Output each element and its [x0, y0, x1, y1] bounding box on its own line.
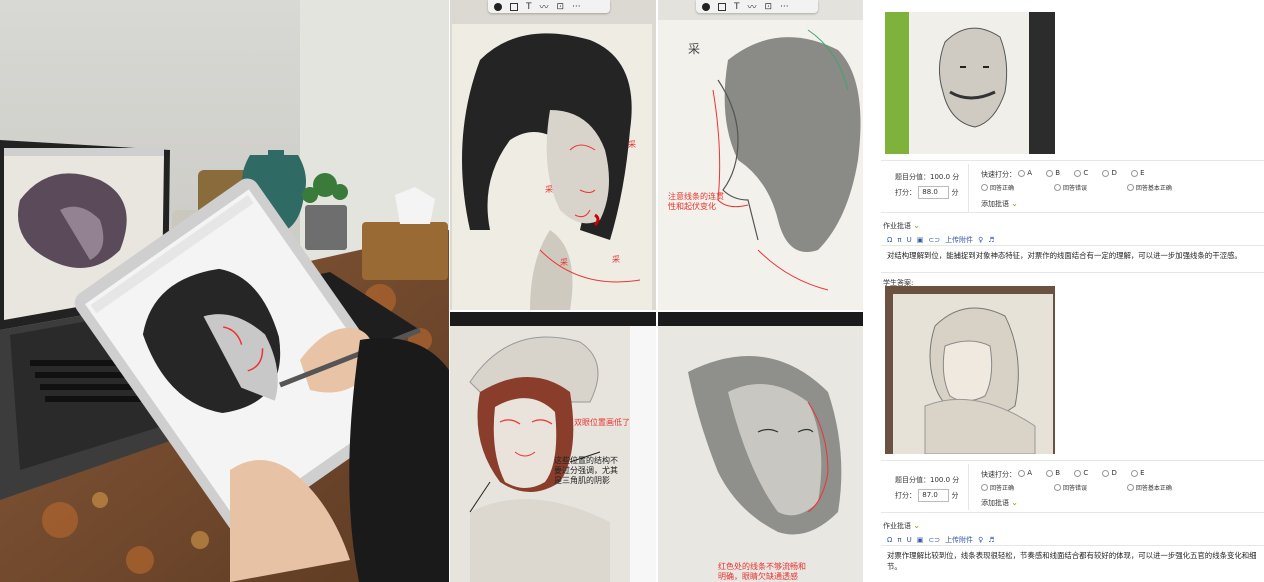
score-unit: 分 [951, 188, 959, 197]
student-answer-image[interactable] [885, 286, 1055, 454]
editor-toolbar[interactable]: ΩπU ▣ ⊂⊃ 上传附件 ♀ ♬ [887, 535, 994, 545]
comment-section-title[interactable]: 作业批语 ⌄ [883, 221, 920, 231]
teacher-comment[interactable]: 对票作理解比较到位，线条表现很轻松，节奏感和线面结合都有较好的体现，可以进一步强… [887, 550, 1264, 572]
score-input[interactable]: 88.0 [918, 186, 950, 199]
annotation-note: 双眼位置画低了 [574, 418, 630, 427]
answer-wrong[interactable]: 回答错误 [1053, 483, 1087, 492]
answer-wrong[interactable]: 回答错误 [1053, 183, 1087, 192]
add-comment-button[interactable]: 添加批语 ⌄ [981, 199, 1251, 209]
option-e[interactable]: E [1131, 469, 1145, 477]
image-icon: ▣ [916, 536, 924, 544]
add-comment-button[interactable]: 添加批语 ⌄ [981, 498, 1251, 508]
annotation-text: 采 [688, 42, 701, 56]
option-a[interactable]: A [1018, 469, 1032, 477]
score-section: 题目分值：100.0 分 打分： 87.0 分 [895, 475, 959, 502]
student-answer-image[interactable] [885, 12, 1055, 154]
annotation-text: 采 [545, 185, 553, 194]
score-label: 题目分值：100.0 分 [895, 476, 960, 484]
formula-icon: Ω [887, 536, 893, 544]
sketch-panel-top-right: T 〰 ⊡ ··· 采 注意线条的连贯 性和起伏变化 [658, 0, 863, 310]
score-unit: 分 [951, 491, 959, 500]
avatar-icon[interactable] [702, 2, 710, 11]
wave-icon[interactable]: 〰 [748, 0, 757, 13]
square-icon[interactable] [718, 2, 726, 11]
answer-correct[interactable]: 回答正确 [981, 183, 1014, 192]
upload-attachment: 上传附件 [945, 536, 974, 544]
annotation-text: 采 [612, 255, 620, 264]
score-input[interactable]: 87.0 [918, 489, 950, 502]
more-icon[interactable]: ··· [572, 2, 581, 12]
annotation-note: 这些位置的结构不 要过分强调，尤其 是三角肌的阴影 [554, 456, 618, 485]
sketch-panel-top-left: T 〰 ⊡ ··· 采 采 采 采 [450, 0, 656, 310]
teacher-comment[interactable]: 对结构理解到位，能捕捉到对象神态特征，对票作的线面结合有一定的理解，可以进一步加… [887, 250, 1264, 261]
chevron-down-icon: ⌄ [913, 521, 920, 530]
annotation-text: 采 [628, 140, 636, 149]
image-icon: ▣ [916, 236, 924, 244]
chevron-down-icon: ⌄ [913, 221, 920, 230]
link-icon: ⊂⊃ [928, 236, 941, 244]
option-b[interactable]: B [1046, 469, 1060, 477]
quick-score: 快速打分： A B C D E 回答正确 回答错误 回答基本正确 添加批语 ⌄ [981, 469, 1251, 508]
upload-attachment: 上传附件 [945, 236, 974, 244]
score-input-label: 打分： [895, 188, 916, 197]
answer-partly-correct[interactable]: 回答基本正确 [1126, 183, 1172, 192]
avatar-icon[interactable] [494, 2, 502, 11]
score-input-label: 打分： [895, 491, 916, 500]
option-c[interactable]: C [1074, 469, 1088, 477]
chevron-down-icon: ⌄ [1011, 198, 1018, 208]
annotation-note: 红色处的线条不够流畅和 明确，眼睛欠缺通透感 [718, 562, 806, 581]
formula-icon: Ω [887, 236, 893, 244]
option-a[interactable]: A [1018, 169, 1032, 177]
option-d[interactable]: D [1102, 469, 1117, 477]
sketch-panel-bottom-right: 红色处的线条不够流畅和 明确，眼睛欠缺通透感 [658, 312, 863, 582]
answer-correct[interactable]: 回答正确 [981, 483, 1014, 492]
annotation-toolbar[interactable]: T 〰 ⊡ ··· [488, 0, 610, 13]
music-icon: ♬ [988, 236, 995, 244]
option-d[interactable]: D [1102, 169, 1117, 177]
wave-icon[interactable]: 〰 [540, 0, 549, 13]
grading-panel: 题目分值：100.0 分 打分： 88.0 分 快速打分： A B C D E … [865, 0, 1264, 582]
music-icon: ♬ [988, 536, 995, 544]
more-icon[interactable]: ··· [780, 2, 789, 12]
score-label: 题目分值：100.0 分 [895, 173, 960, 181]
photo-drawing-on-tablet [0, 0, 449, 582]
underline-icon: U [906, 536, 912, 544]
text-icon[interactable]: T [526, 2, 532, 12]
square-icon[interactable] [510, 2, 518, 11]
comment-section-title[interactable]: 作业批语 ⌄ [883, 521, 920, 531]
score-section: 题目分值：100.0 分 打分： 88.0 分 [895, 172, 959, 199]
annotation-toolbar[interactable]: T 〰 ⊡ ··· [696, 0, 818, 13]
quick-score: 快速打分： A B C D E 回答正确 回答错误 回答基本正确 添加批语 ⌄ [981, 169, 1251, 209]
annotation-text: 采 [560, 258, 568, 267]
answer-partly-correct[interactable]: 回答基本正确 [1126, 483, 1172, 492]
math-icon: π [897, 236, 902, 244]
option-c[interactable]: C [1074, 169, 1088, 177]
quick-score-label: 快速打分： [981, 170, 1016, 179]
text-icon[interactable]: T [734, 2, 740, 12]
sketch-panel-bottom-left: 双眼位置画低了 这些位置的结构不 要过分强调，尤其 是三角肌的阴影 [450, 312, 656, 582]
underline-icon: U [906, 236, 912, 244]
chevron-down-icon: ⌄ [1011, 497, 1018, 507]
option-e[interactable]: E [1131, 169, 1145, 177]
link-icon: ⊂⊃ [928, 536, 941, 544]
quick-score-label: 快速打分： [981, 470, 1016, 479]
math-icon: π [897, 536, 902, 544]
annotation-note: 注意线条的连贯 性和起伏变化 [668, 192, 724, 211]
option-b[interactable]: B [1046, 169, 1060, 177]
microphone-icon: ♀ [978, 236, 984, 244]
editor-toolbar[interactable]: ΩπU ▣ ⊂⊃ 上传附件 ♀ ♬ [887, 235, 994, 245]
camera-icon[interactable]: ⊡ [557, 2, 565, 12]
microphone-icon: ♀ [978, 536, 984, 544]
camera-icon[interactable]: ⊡ [765, 2, 773, 12]
